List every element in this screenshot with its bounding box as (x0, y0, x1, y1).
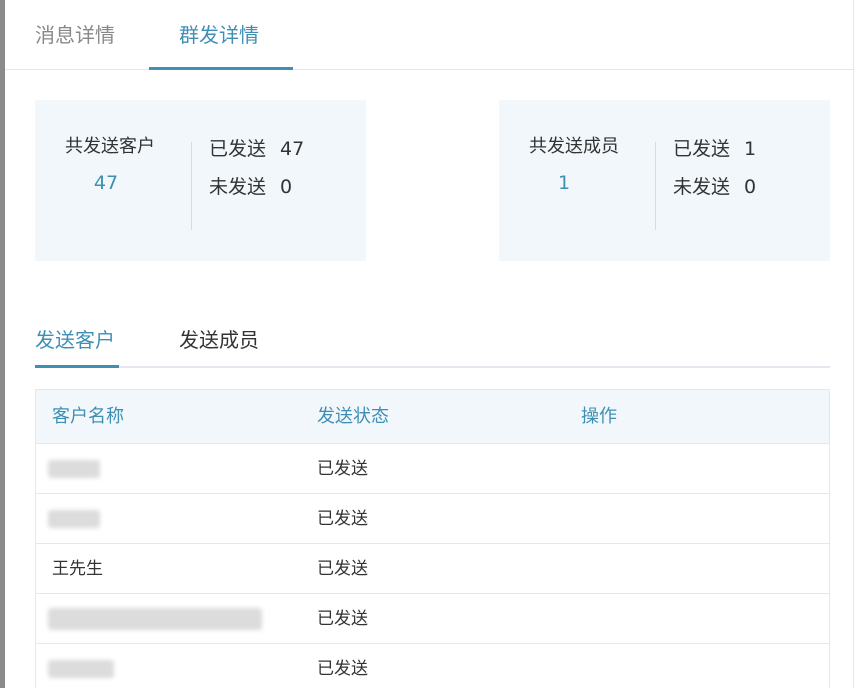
member-unsent-row: 未发送 0 (673, 172, 756, 199)
send-status-cell: 已发送 (317, 659, 368, 679)
member-sent-row: 已发送 1 (673, 134, 756, 161)
customer-table: 客户名称 发送状态 操作 已发送 已发送 王先生 已发送 已发送 已发送 (35, 389, 830, 688)
tab-sent-customers[interactable]: 发送客户 (35, 324, 115, 353)
send-status-cell: 已发送 (317, 559, 368, 579)
send-status-cell: 已发送 (317, 509, 368, 529)
member-total-count: 1 (557, 172, 571, 194)
summary-divider (655, 142, 656, 230)
active-tab-indicator (149, 67, 293, 70)
tab-message-detail[interactable]: 消息详情 (35, 0, 115, 70)
detail-tabs: 消息详情 群发详情 (5, 0, 853, 70)
table-row: 已发送 (36, 444, 829, 494)
redacted-customer-name (48, 660, 114, 678)
redacted-customer-name (48, 608, 262, 630)
unsent-label: 未发送 (673, 176, 731, 198)
column-header-customer-name: 客户名称 (52, 406, 124, 427)
background-page-edge (0, 0, 5, 688)
summary-divider (191, 142, 192, 230)
table-row: 已发送 (36, 644, 829, 688)
column-header-actions: 操作 (581, 406, 617, 427)
sent-label: 已发送 (209, 138, 267, 160)
customer-summary-card: 共发送客户 47 已发送 47 未发送 0 (35, 100, 366, 261)
customer-unsent-row: 未发送 0 (209, 172, 292, 199)
table-row: 已发送 (36, 494, 829, 544)
redacted-customer-name (48, 510, 100, 528)
customer-name-cell: 王先生 (52, 559, 103, 579)
send-status-cell: 已发送 (317, 609, 368, 629)
table-header: 客户名称 发送状态 操作 (36, 390, 829, 444)
sent-label: 已发送 (673, 138, 731, 160)
customer-total-count: 47 (93, 172, 119, 194)
send-status-cell: 已发送 (317, 459, 368, 479)
sent-count: 1 (744, 138, 757, 160)
customer-summary-title: 共发送客户 (65, 136, 155, 157)
recipient-tabs: 发送客户 发送成员 (35, 308, 830, 368)
tab-sent-members[interactable]: 发送成员 (179, 324, 259, 353)
unsent-count: 0 (280, 176, 293, 198)
member-summary-card: 共发送成员 1 已发送 1 未发送 0 (499, 100, 830, 261)
table-row: 已发送 (36, 594, 829, 644)
tab-broadcast-detail[interactable]: 群发详情 (179, 0, 259, 70)
unsent-label: 未发送 (209, 176, 267, 198)
active-subtab-indicator (35, 365, 119, 368)
member-summary-title: 共发送成员 (529, 136, 619, 157)
column-header-send-status: 发送状态 (317, 406, 389, 427)
sent-count: 47 (280, 138, 305, 160)
redacted-customer-name (48, 460, 100, 478)
customer-sent-row: 已发送 47 (209, 134, 304, 161)
table-row: 王先生 已发送 (36, 544, 829, 594)
unsent-count: 0 (744, 176, 757, 198)
